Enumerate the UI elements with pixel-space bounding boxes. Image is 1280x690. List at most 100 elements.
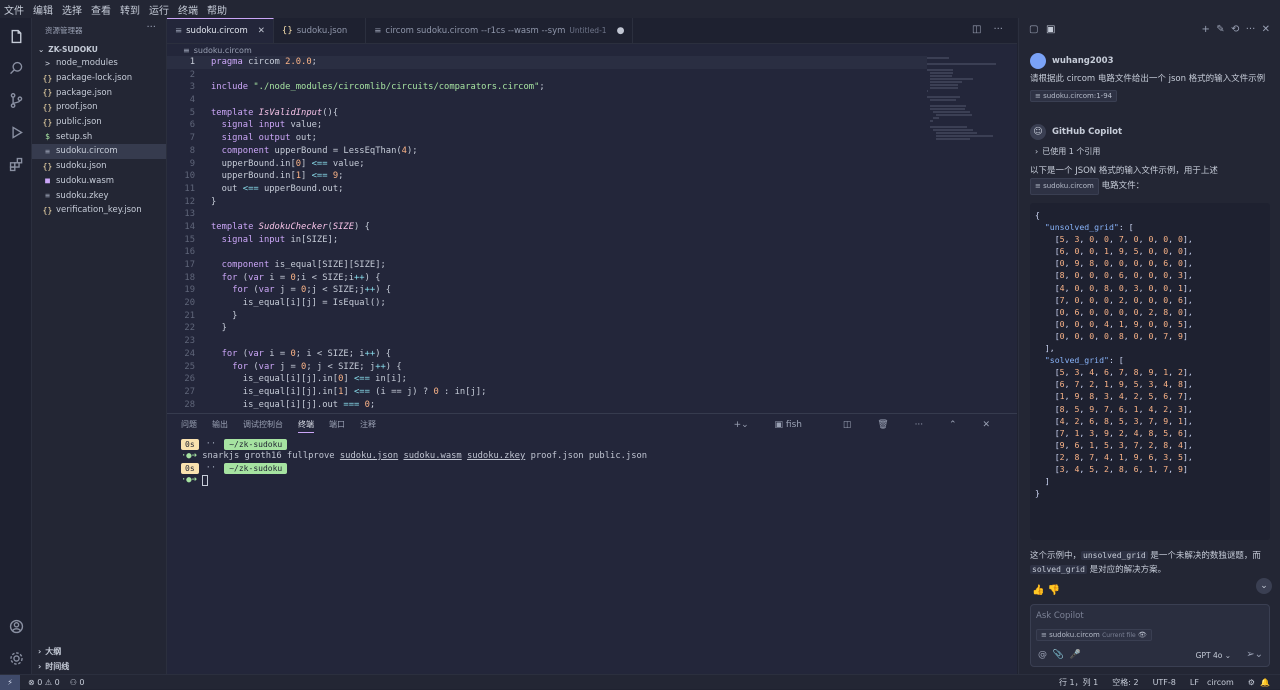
kill-terminal-icon[interactable]: 🗑 [877, 420, 888, 430]
file-item[interactable]: {} verification_key.json [32, 203, 166, 218]
terminal-input-line[interactable]: ·●➜ [181, 474, 1017, 486]
file-item[interactable]: ■ sudoku.wasm [32, 174, 166, 189]
menu-item[interactable]: 终端 [178, 2, 198, 17]
more-actions-icon[interactable]: ··· [993, 24, 1003, 35]
panel-tab[interactable]: 终端 [298, 419, 314, 433]
code-line[interactable]: 1 pragma circom 2.0.0; [167, 56, 927, 69]
editor-tab[interactable]: ≡ sudoku.circom ✕ [167, 18, 274, 43]
outline-section[interactable]: › 大纲 [32, 644, 167, 658]
code-line[interactable]: 25 for (var j = 0; j < SIZE; j++) { [167, 361, 927, 374]
feedback-icons[interactable]: 👍 👎 [1032, 585, 1060, 596]
status-icons[interactable]: ⚙ 🔔 [1248, 678, 1270, 687]
code-line[interactable]: 7 signal output out; [167, 132, 927, 145]
panel-tab[interactable]: 问题 [181, 419, 197, 433]
context-file-chip[interactable]: ≡ sudoku.circom Current file 👁 [1036, 629, 1152, 641]
split-terminal-icon[interactable]: ◫ [843, 420, 852, 430]
code-line[interactable]: 27 is_equal[i][j].in[1] <== (i == j) ? 0… [167, 386, 927, 399]
file-item[interactable]: > node_modules [32, 56, 166, 71]
code-line[interactable]: 9 upperBound.in[0] <== value; [167, 158, 927, 171]
menu-item[interactable]: 编辑 [33, 2, 53, 17]
model-picker[interactable]: GPT 4o ⌄ [1196, 651, 1231, 660]
settings-gear-icon[interactable] [6, 648, 26, 668]
more-actions-icon[interactable]: ··· [146, 22, 156, 33]
code-line[interactable]: 5 template IsValidInput(){ [167, 107, 927, 120]
command-file-link[interactable]: sudoku.json [340, 451, 398, 461]
indentation[interactable]: 空格: 2 [1112, 677, 1138, 688]
code-line[interactable]: 11 out <== upperBound.out; [167, 183, 927, 196]
eol[interactable]: LF [1190, 678, 1199, 687]
more-actions-icon[interactable]: ··· [915, 420, 924, 430]
file-item[interactable]: {} package-lock.json [32, 71, 166, 86]
input-tools[interactable]: @ 📎 🎤 [1038, 650, 1081, 660]
menu-item[interactable]: 转到 [120, 2, 140, 17]
copilot-edits-icon[interactable]: ▣ [1046, 24, 1055, 35]
ask-input[interactable]: Ask Copilot [1036, 611, 1084, 621]
editor-tab[interactable]: {} sudoku.json [274, 18, 367, 43]
account-icon[interactable] [6, 616, 26, 636]
used-references-toggle[interactable]: › 已使用 1 个引用 [1035, 146, 1100, 157]
code-line[interactable]: 14 template SudokuChecker(SIZE) { [167, 221, 927, 234]
workspace-folder[interactable]: ⌄ ZK-SUDOKU [32, 42, 166, 56]
language-mode[interactable]: circom [1207, 678, 1234, 687]
chat-input-box[interactable]: Ask Copilot ≡ sudoku.circom Current file… [1030, 604, 1270, 667]
code-line[interactable]: 26 is_equal[i][j].in[0] <== in[i]; [167, 373, 927, 386]
terminal[interactable]: 0s ·· ~/zk-sudoku ·●➜ snarkjs groth16 full… [167, 438, 1017, 486]
breadcrumb[interactable]: ≡ sudoku.circom [167, 44, 1017, 56]
code-line[interactable]: 3 include "./node_modules/circomlib/circu… [167, 81, 927, 94]
minimap[interactable] [927, 56, 1017, 196]
code-editor[interactable]: 1 pragma circom 2.0.0; 2 3 include "./node_m… [167, 56, 927, 413]
code-line[interactable]: 24 for (var i = 0; i < SIZE; i++) { [167, 348, 927, 361]
code-line[interactable]: 8 component upperBound = LessEqThan(4); [167, 145, 927, 158]
split-editor-icon[interactable]: ◫ [972, 24, 981, 35]
code-line[interactable]: 23 [167, 335, 927, 348]
panel-tab[interactable]: 调试控制台 [243, 419, 283, 433]
menu-item[interactable]: 帮助 [207, 2, 227, 17]
ports-status[interactable]: ⚇ 0 [70, 678, 85, 687]
file-item[interactable]: ≡ sudoku.zkey [32, 188, 166, 203]
problems-status[interactable]: ⊗ 0 ⚠ 0 [28, 678, 60, 687]
code-line[interactable]: 2 [167, 69, 927, 82]
extensions-icon[interactable] [6, 154, 26, 174]
chat-tab-icon[interactable]: ▢ [1029, 24, 1038, 35]
close-panel-icon[interactable]: ✕ [982, 420, 990, 430]
menu-item[interactable]: 查看 [91, 2, 111, 17]
file-item[interactable]: {} proof.json [32, 100, 166, 115]
code-line[interactable]: 13 [167, 208, 927, 221]
panel-tab[interactable]: 注释 [360, 419, 376, 433]
code-line[interactable]: 10 upperBound.in[1] <== 9; [167, 170, 927, 183]
timeline-section[interactable]: › 时间线 [32, 659, 167, 673]
code-line[interactable]: 12} [167, 196, 927, 209]
file-reference-chip[interactable]: ≡ sudoku.circom [1030, 178, 1099, 195]
code-line[interactable]: 19 for (var j = 0;j < SIZE;j++) { [167, 284, 927, 297]
question-reference-chip[interactable]: ≡ sudoku.circom:1-94 [1030, 90, 1118, 102]
code-line[interactable]: 28 is_equal[i][j].out === 0; [167, 399, 927, 412]
panel-tab[interactable]: 端口 [329, 419, 345, 433]
panel-tab[interactable]: 输出 [212, 419, 228, 433]
run-debug-icon[interactable] [6, 122, 26, 142]
maximize-panel-icon[interactable]: ⌃ [949, 420, 957, 430]
code-line[interactable]: 21 } [167, 310, 927, 323]
unsaved-dot-icon[interactable]: ● [617, 26, 625, 36]
cursor-position[interactable]: 行 1，列 1 [1059, 677, 1098, 688]
menu-item[interactable]: 选择 [62, 2, 82, 17]
code-line[interactable]: 6 signal input value; [167, 119, 927, 132]
close-tab-icon[interactable]: ✕ [258, 26, 265, 36]
menu-item[interactable]: 运行 [149, 2, 169, 17]
file-item[interactable]: {} sudoku.json [32, 159, 166, 174]
file-item[interactable]: ≡ sudoku.circom [32, 144, 166, 159]
encoding[interactable]: UTF-8 [1153, 678, 1176, 687]
remote-indicator-icon[interactable]: ⚡ [0, 674, 20, 690]
source-control-icon[interactable] [6, 90, 26, 110]
explorer-icon[interactable] [6, 26, 26, 46]
code-line[interactable]: 4 [167, 94, 927, 107]
menu-item[interactable]: 文件 [4, 2, 24, 17]
terminal-shell-label[interactable]: ▣ fish [775, 420, 817, 430]
search-icon[interactable] [6, 58, 26, 78]
chat-header-actions[interactable]: + ✎ ⟲ ··· ✕ [1202, 24, 1270, 35]
code-line[interactable]: 20 is_equal[i][j] = IsEqual(); [167, 297, 927, 310]
editor-tab[interactable]: ≡ circom sudoku.circom --r1cs --wasm --sy… [366, 18, 634, 43]
file-item[interactable]: $ setup.sh [32, 129, 166, 144]
code-line[interactable]: 15 signal input in[SIZE]; [167, 234, 927, 247]
code-line[interactable]: 17 component is_equal[SIZE][SIZE]; [167, 259, 927, 272]
code-line[interactable]: 18 for (var i = 0;i < SIZE;i++) { [167, 272, 927, 285]
